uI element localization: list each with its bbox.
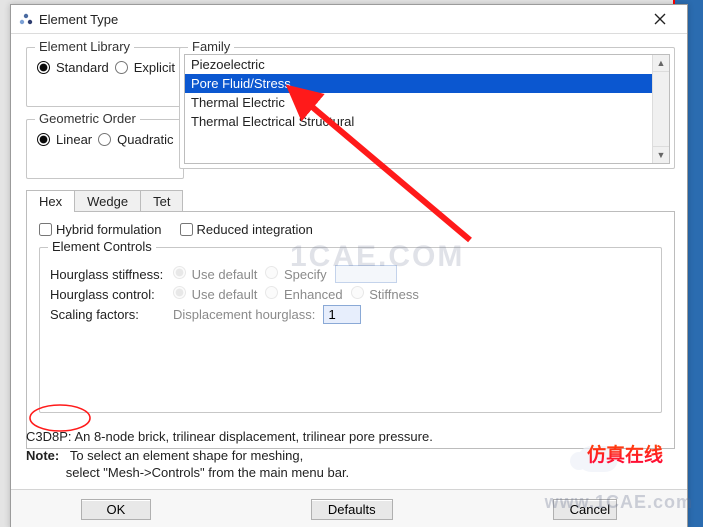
tab-body-hex: Hybrid formulation Reduced integration E… bbox=[26, 211, 675, 449]
row-hourglass-stiffness: Hourglass stiffness: Use default Specify bbox=[50, 265, 651, 283]
row-hourglass-control: Hourglass control: Use default Enhanced … bbox=[50, 286, 651, 302]
note-block: Note: To select an element shape for mes… bbox=[26, 448, 349, 482]
disp-hourglass-value[interactable] bbox=[323, 305, 361, 324]
radio-quadratic-label: Quadratic bbox=[117, 132, 173, 147]
row-scaling-factors: Scaling factors: Displacement hourglass: bbox=[50, 305, 651, 324]
cancel-button[interactable]: Cancel bbox=[553, 499, 617, 520]
radio-quadratic[interactable]: Quadratic bbox=[98, 132, 173, 147]
family-option[interactable]: Thermal Electric bbox=[185, 93, 653, 112]
geometric-order-group: Geometric Order Linear Quadratic bbox=[26, 119, 184, 179]
radio-explicit-label: Explicit bbox=[134, 60, 175, 75]
close-icon bbox=[654, 13, 666, 25]
hg-stiff-usedefault: Use default bbox=[173, 266, 257, 282]
family-legend: Family bbox=[188, 39, 234, 54]
checkbox-reduced[interactable]: Reduced integration bbox=[180, 222, 313, 237]
scaling-factors-label: Scaling factors: bbox=[50, 307, 165, 322]
tab-hex[interactable]: Hex bbox=[26, 190, 75, 212]
tab-strip: Hex Wedge Tet bbox=[26, 189, 675, 211]
element-shape-tabs: Hex Wedge Tet Hybrid formulation Reduced… bbox=[26, 189, 675, 449]
hg-ctrl-stiffness: Stiffness bbox=[351, 286, 419, 302]
hg-ctrl-enhanced: Enhanced bbox=[265, 286, 342, 302]
note-label: Note: bbox=[26, 448, 59, 463]
element-code-text: An 8-node brick, trilinear displacement,… bbox=[74, 429, 432, 444]
family-scrollbar[interactable]: ▲ ▼ bbox=[652, 55, 669, 163]
element-type-dialog: Element Type Element Library Standard bbox=[10, 4, 688, 527]
radio-standard-label: Standard bbox=[56, 60, 109, 75]
element-library-group: Element Library Standard Explicit bbox=[26, 47, 184, 107]
hg-stiff-specify-value bbox=[335, 265, 397, 283]
hourglass-control-label: Hourglass control: bbox=[50, 287, 165, 302]
scroll-down-icon[interactable]: ▼ bbox=[653, 146, 669, 163]
family-option[interactable]: Thermal Electrical Structural bbox=[185, 112, 653, 131]
hg-stiff-specify: Specify bbox=[265, 266, 326, 282]
ok-button[interactable]: OK bbox=[81, 499, 151, 520]
tab-wedge[interactable]: Wedge bbox=[74, 190, 141, 212]
hourglass-stiffness-label: Hourglass stiffness: bbox=[50, 267, 165, 282]
canvas: Element Type Element Library Standard bbox=[0, 0, 703, 527]
close-button[interactable] bbox=[641, 6, 685, 32]
scroll-up-icon[interactable]: ▲ bbox=[653, 55, 669, 72]
family-group: Family Piezoelectric Pore Fluid/Stress T… bbox=[179, 47, 675, 169]
app-icon bbox=[19, 12, 33, 26]
family-option-selected[interactable]: Pore Fluid/Stress bbox=[185, 74, 653, 93]
checkbox-hybrid[interactable]: Hybrid formulation bbox=[39, 222, 162, 237]
element-controls-group: Element Controls Hourglass stiffness: Us… bbox=[39, 247, 662, 413]
note-line1: To select an element shape for meshing, bbox=[70, 448, 303, 463]
tab-tet[interactable]: Tet bbox=[140, 190, 183, 212]
element-library-legend: Element Library bbox=[35, 39, 134, 54]
disp-hourglass-label: Displacement hourglass: bbox=[173, 307, 315, 322]
radio-linear-label: Linear bbox=[56, 132, 92, 147]
family-listbox[interactable]: Piezoelectric Pore Fluid/Stress Thermal … bbox=[184, 54, 670, 164]
hg-ctrl-usedefault: Use default bbox=[173, 286, 257, 302]
dialog-body: Element Library Standard Explicit Geomet… bbox=[11, 34, 687, 527]
element-controls-legend: Element Controls bbox=[48, 239, 156, 254]
element-code-desc: C3D8P: An 8-node brick, trilinear displa… bbox=[26, 429, 433, 444]
geometric-order-legend: Geometric Order bbox=[35, 111, 140, 126]
radio-explicit[interactable]: Explicit bbox=[115, 60, 175, 75]
checkbox-hybrid-label: Hybrid formulation bbox=[56, 222, 162, 237]
defaults-button[interactable]: Defaults bbox=[311, 499, 393, 520]
element-code: C3D8P: bbox=[26, 429, 72, 444]
button-bar: OK Defaults Cancel bbox=[11, 489, 687, 527]
radio-linear[interactable]: Linear bbox=[37, 132, 92, 147]
note-line2: select "Mesh->Controls" from the main me… bbox=[66, 465, 349, 480]
dialog-title: Element Type bbox=[39, 12, 118, 27]
radio-standard[interactable]: Standard bbox=[37, 60, 109, 75]
titlebar: Element Type bbox=[11, 5, 687, 34]
checkbox-reduced-label: Reduced integration bbox=[197, 222, 313, 237]
family-option[interactable]: Piezoelectric bbox=[185, 55, 653, 74]
